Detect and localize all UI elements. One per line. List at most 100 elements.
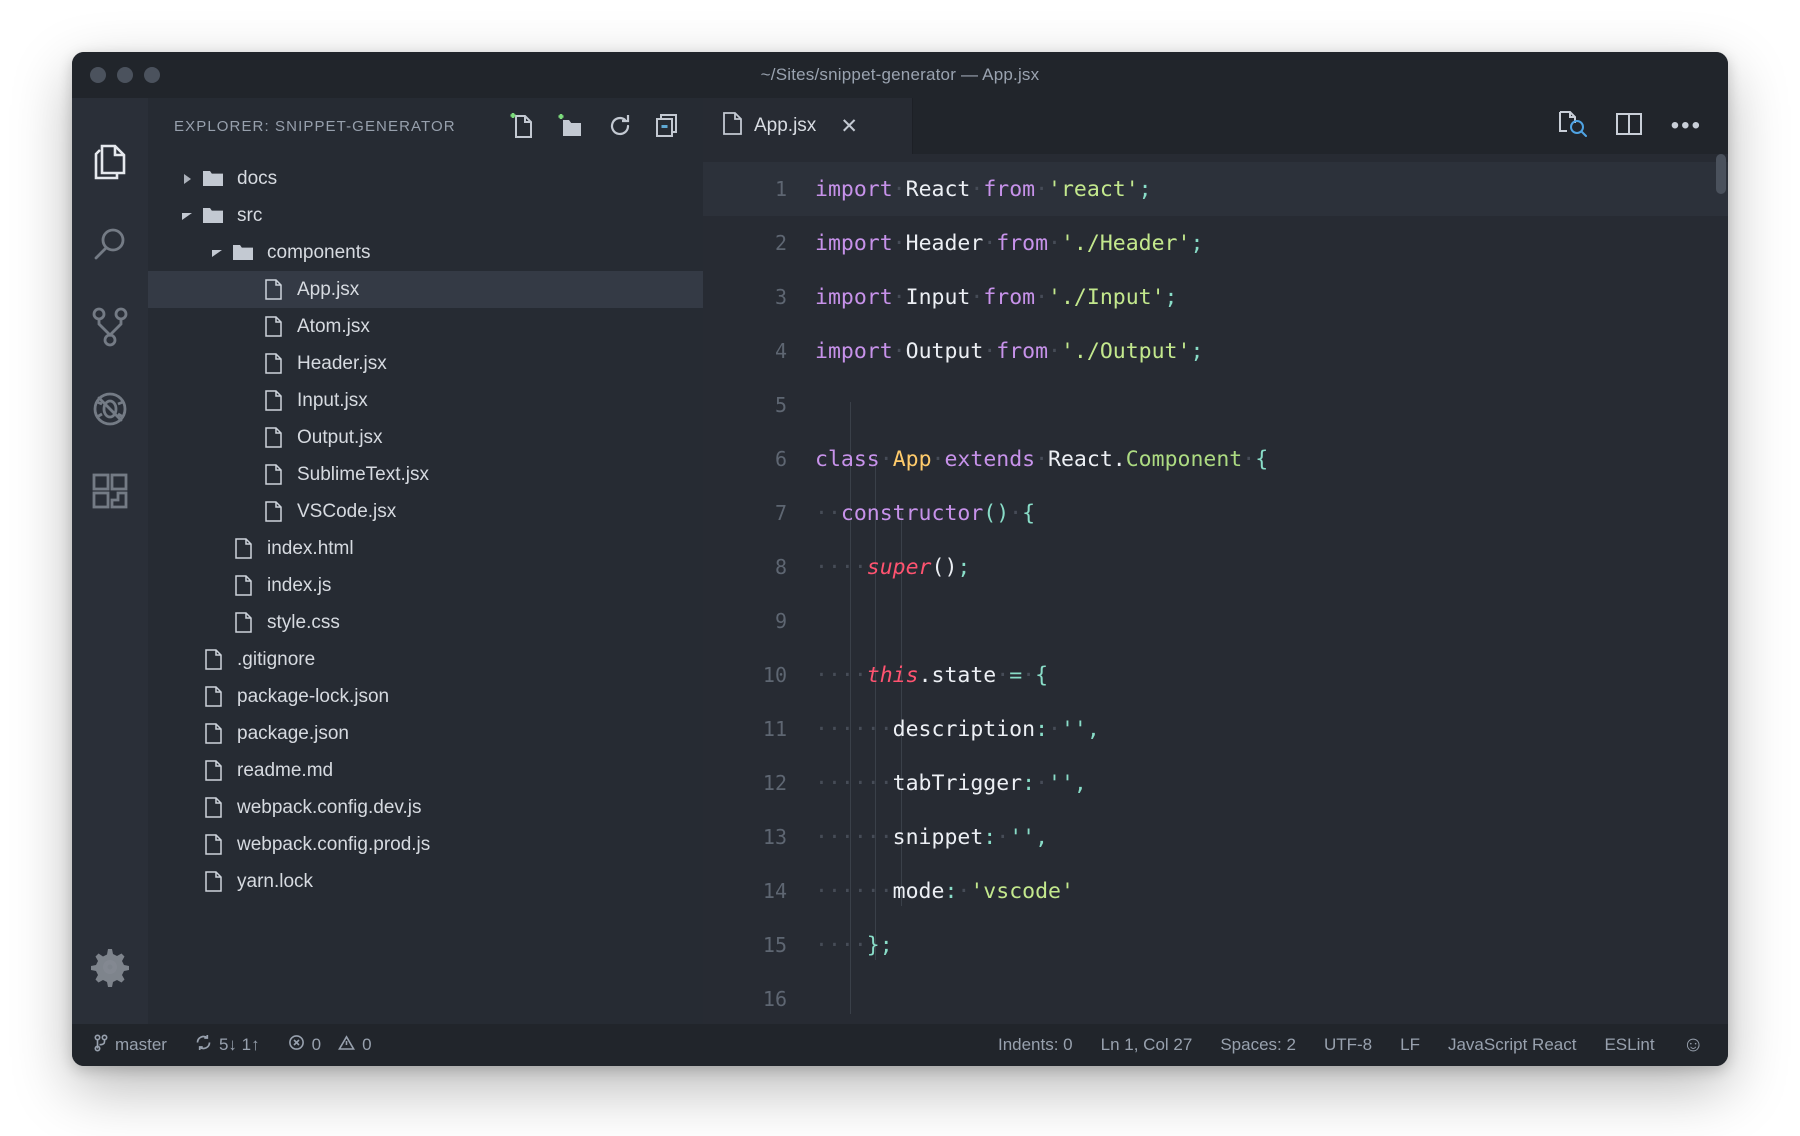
status-sync[interactable]: 5↓ 1↑ <box>181 1034 274 1056</box>
status-language[interactable]: JavaScript React <box>1434 1035 1591 1055</box>
status-indents[interactable]: Indents: 0 <box>984 1035 1087 1055</box>
tree-file-row[interactable]: style.css <box>148 604 703 641</box>
code-line[interactable]: 7 ··constructor()·{ <box>703 486 1728 540</box>
tree-item-label: docs <box>237 167 278 189</box>
tree-file-row[interactable]: index.js <box>148 567 703 604</box>
minimize-button[interactable] <box>117 67 133 83</box>
tree-folder-row[interactable]: src <box>148 197 703 234</box>
code-token: , <box>1073 770 1087 796</box>
title-bar: ~/Sites/snippet-generator — App.jsx <box>72 52 1728 98</box>
file-icon <box>198 723 228 744</box>
activity-item-explorer[interactable] <box>72 124 148 206</box>
editor-scrollbar[interactable] <box>1714 154 1728 1024</box>
code-line-text: import·Header·from·'./Header'; <box>815 231 1203 256</box>
more-actions-icon[interactable]: ••• <box>1671 114 1702 138</box>
activity-item-extensions[interactable] <box>72 452 148 534</box>
tree-file-row[interactable]: Input.jsx <box>148 382 703 419</box>
zoom-button[interactable] <box>144 67 160 83</box>
activity-bar <box>72 98 148 1024</box>
code-token: import <box>815 284 893 310</box>
code-token: : <box>944 878 958 904</box>
code-line[interactable]: 9 <box>703 594 1728 648</box>
status-encoding[interactable]: UTF-8 <box>1310 1035 1386 1055</box>
file-icon <box>198 686 228 707</box>
tree-file-row[interactable]: Header.jsx <box>148 345 703 382</box>
code-line[interactable]: 1 import·React·from·'react'; <box>703 162 1728 216</box>
tree-file-row[interactable]: Output.jsx <box>148 419 703 456</box>
status-eslint[interactable]: ESLint <box>1590 1035 1668 1055</box>
code-line[interactable]: 10 ····this.state·=·{ <box>703 648 1728 702</box>
code-line[interactable]: 8 ····super(); <box>703 540 1728 594</box>
status-cursor-position[interactable]: Ln 1, Col 27 <box>1087 1035 1207 1055</box>
tree-file-row[interactable]: SublimeText.jsx <box>148 456 703 493</box>
code-line[interactable]: 5 <box>703 378 1728 432</box>
split-editor-icon[interactable] <box>1615 111 1643 142</box>
code-line-text: class·App·extends·React.Component·{ <box>815 447 1268 472</box>
tree-file-row[interactable]: package.json <box>148 715 703 752</box>
code-token: · <box>1035 176 1049 202</box>
status-problems[interactable]: 0 0 <box>274 1034 386 1056</box>
tree-file-row[interactable]: App.jsx <box>148 271 703 308</box>
code-token: · <box>892 284 906 310</box>
tree-file-row[interactable]: yarn.lock <box>148 863 703 900</box>
new-folder-icon[interactable] <box>557 112 585 140</box>
warning-icon <box>338 1034 356 1056</box>
tree-file-row[interactable]: readme.md <box>148 752 703 789</box>
activity-item-source-control[interactable] <box>72 288 148 370</box>
code-token: from <box>983 176 1036 202</box>
explorer-title: EXPLORER: SNIPPET-GENERATOR <box>174 117 456 135</box>
code-line[interactable]: 3 import·Input·from·'./Input'; <box>703 270 1728 324</box>
tree-file-row[interactable]: webpack.config.dev.js <box>148 789 703 826</box>
code-area[interactable]: 1 import·React·from·'react'; 2 import·Heade… <box>703 154 1728 1024</box>
tree-file-row[interactable]: .gitignore <box>148 641 703 678</box>
code-line-text: import·React·from·'react'; <box>815 177 1152 202</box>
chevron-down-icon[interactable] <box>176 210 198 222</box>
collapse-all-icon[interactable] <box>655 113 681 139</box>
code-token: ; <box>957 554 971 580</box>
code-line-text: ······mode:·'vscode' <box>815 879 1074 904</box>
code-line[interactable]: 14 ······mode:·'vscode' <box>703 864 1728 918</box>
chevron-right-icon[interactable] <box>176 173 198 185</box>
refresh-icon[interactable] <box>607 113 633 139</box>
editor-actions: ••• <box>1546 98 1728 154</box>
tree-item-label: style.css <box>267 611 340 633</box>
chevron-down-icon[interactable] <box>206 247 228 259</box>
tree-folder-row[interactable]: docs <box>148 160 703 197</box>
code-line-text: ······tabTrigger:·'', <box>815 771 1087 796</box>
tree-item-label: App.jsx <box>297 278 360 300</box>
code-line[interactable]: 11 ······description:·'', <box>703 702 1728 756</box>
code-token: ; <box>1164 284 1178 310</box>
tree-file-row[interactable]: VSCode.jsx <box>148 493 703 530</box>
status-spaces[interactable]: Spaces: 2 <box>1206 1035 1310 1055</box>
tree-file-row[interactable]: Atom.jsx <box>148 308 703 345</box>
code-line[interactable]: 2 import·Header·from·'./Header'; <box>703 216 1728 270</box>
close-button[interactable] <box>90 67 106 83</box>
activity-item-debug[interactable] <box>72 370 148 452</box>
tree-item-label: yarn.lock <box>237 870 314 892</box>
close-icon[interactable]: ✕ <box>840 116 858 137</box>
code-token: from <box>983 284 1036 310</box>
tree-file-row[interactable]: index.html <box>148 530 703 567</box>
code-token: this <box>866 662 919 688</box>
line-number: 3 <box>774 285 787 309</box>
code-line[interactable]: 13 ······snippet:·'', <box>703 810 1728 864</box>
status-branch[interactable]: master <box>72 1033 181 1057</box>
status-eol[interactable]: LF <box>1386 1035 1434 1055</box>
code-line[interactable]: 15 ····}; <box>703 918 1728 972</box>
code-line[interactable]: 6 class·App·extends·React.Component·{ <box>703 432 1728 486</box>
code-token: '' <box>1060 716 1087 742</box>
code-line[interactable]: 4 import·Output·from·'./Output'; <box>703 324 1728 378</box>
tree-file-row[interactable]: package-lock.json <box>148 678 703 715</box>
code-line[interactable]: 16 <box>703 972 1728 1024</box>
tree-folder-row[interactable]: components <box>148 234 703 271</box>
open-preview-icon[interactable] <box>1557 110 1587 143</box>
tree-file-row[interactable]: webpack.config.prod.js <box>148 826 703 863</box>
code-token: · <box>892 230 906 256</box>
status-feedback-smiley[interactable]: ☺ <box>1669 1033 1728 1057</box>
activity-item-manage[interactable] <box>72 928 148 1010</box>
code-token: state <box>931 662 997 688</box>
activity-item-search[interactable] <box>72 206 148 288</box>
tab-app-jsx[interactable]: App.jsx ✕ <box>703 98 913 154</box>
new-file-icon[interactable] <box>509 112 535 140</box>
code-line[interactable]: 12 ······tabTrigger:·'', <box>703 756 1728 810</box>
